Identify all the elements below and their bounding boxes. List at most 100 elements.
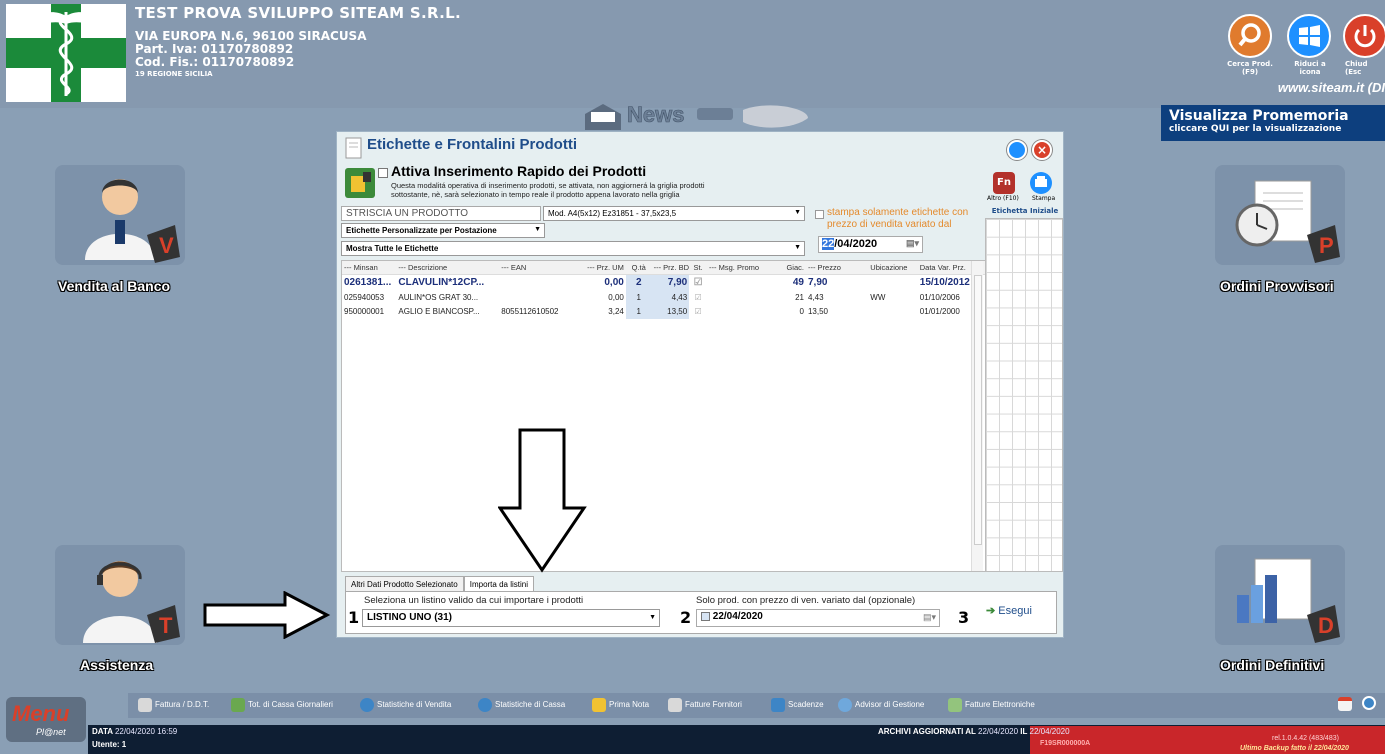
- col-msg-promo[interactable]: --- Msg. Promo: [707, 261, 784, 274]
- stampa-label: Stampa: [1032, 195, 1056, 202]
- svg-text:News: News: [627, 102, 684, 127]
- variato-dal-date[interactable]: 22/04/2020 ▤▾: [696, 609, 940, 627]
- stampa-button[interactable]: [1030, 172, 1052, 194]
- vendita-banco-tile[interactable]: V: [55, 165, 185, 265]
- table-row[interactable]: 950000001 AGLIO E BIANCOSP... 8055112610…: [342, 305, 985, 319]
- gear-icon: [838, 698, 852, 712]
- cell-ubicazione: [868, 275, 917, 291]
- shortcut-fattura[interactable]: Fattura / D.D.T.: [138, 698, 209, 712]
- cell-descrizione: AGLIO E BIANCOSP...: [398, 307, 480, 316]
- variato-dal-checkbox[interactable]: [701, 611, 710, 621]
- listino-select[interactable]: LISTINO UNO (31) ▼: [362, 609, 660, 627]
- dialog-minimize-button[interactable]: [1007, 140, 1027, 160]
- cash-register-icon: [231, 698, 245, 712]
- cell-st-checkbox[interactable]: ☑: [689, 305, 707, 319]
- minimize-app-sub: icona: [1299, 68, 1321, 76]
- shortcut-advisor[interactable]: Advisor di Gestione: [838, 698, 924, 712]
- archivi-value: 22/04/2020: [978, 727, 1019, 736]
- chevron-down-icon: ▼: [794, 209, 801, 216]
- modello-select[interactable]: Mod. A4(5x12) Ez31851 - 37,5x23,5 ▼: [543, 206, 805, 221]
- shortcut-tot-cassa[interactable]: Tot. di Cassa Giornalieri: [231, 698, 333, 712]
- quick-insert-description: Questa modalitá operativa di inserimento…: [391, 181, 811, 199]
- svg-text:Menu: Menu: [12, 701, 70, 726]
- col-przbd[interactable]: --- Prz. BD: [652, 261, 690, 274]
- shortcut-fatture-fornitori[interactable]: Fatture Fornitori: [668, 698, 742, 712]
- esegui-button[interactable]: ➔ Esegui: [986, 604, 1032, 617]
- ordini-definitivi-tile[interactable]: D: [1215, 545, 1345, 645]
- calendar-button[interactable]: [1338, 697, 1355, 711]
- status-date-label: DATA: [92, 727, 113, 736]
- calendar-icon[interactable]: ▤▾: [906, 238, 919, 249]
- help-icon: [1362, 696, 1376, 710]
- products-table: --- Minsan --- Descrizione --- EAN --- P…: [341, 260, 986, 572]
- table-scrollbar[interactable]: [971, 261, 983, 571]
- cell-st-checkbox[interactable]: ☑: [689, 291, 707, 305]
- col-prezzo[interactable]: --- Prezzo: [806, 261, 868, 274]
- etichette-personalizzate-select[interactable]: Etichette Personalizzate per Postazione ▼: [341, 223, 545, 238]
- shortcut-label: Statistiche di Vendita: [377, 700, 452, 710]
- modello-value: Mod. A4(5x12) Ez31851 - 37,5x23,5: [548, 209, 677, 218]
- scrollbar-thumb[interactable]: [974, 275, 982, 545]
- col-qta[interactable]: Q.tà: [626, 261, 652, 274]
- cell-ean: [499, 275, 578, 291]
- news-banner[interactable]: News: [583, 100, 813, 132]
- col-minsan[interactable]: --- Minsan: [342, 261, 396, 274]
- shortcut-prima-nota[interactable]: Prima Nota: [592, 698, 649, 712]
- pharmacist-icon: V: [85, 179, 180, 263]
- support-button[interactable]: [1362, 696, 1379, 710]
- svg-text:P: P: [1319, 233, 1334, 258]
- stampa-solo-checkbox[interactable]: [815, 210, 824, 219]
- main-menu-button[interactable]: Menu Pl@net: [6, 697, 86, 742]
- cell-minsan: 025940053: [344, 293, 385, 302]
- cell-prezzo: 7,90: [807, 277, 828, 288]
- table-row[interactable]: 0261381... CLAVULIN*12CP... 0,00 2 7,90 …: [342, 275, 985, 291]
- invoice-icon: [138, 698, 152, 712]
- col-ubicazione[interactable]: Ubicazione: [868, 261, 917, 274]
- printer-icon: [1035, 176, 1047, 187]
- shortcut-stat-vendita[interactable]: Statistiche di Vendita: [360, 698, 451, 712]
- quick-desc-line-1: Questa modalitá operativa di inserimento…: [391, 181, 705, 190]
- striscia-prodotto-input[interactable]: STRISCIA UN PRODOTTO: [341, 206, 541, 221]
- altro-button[interactable]: Fn: [993, 172, 1015, 194]
- status-archivi: ARCHIVI AGGIORNATI AL 22/04/2020 IL 22/0…: [878, 727, 1070, 736]
- dialog-close-button[interactable]: ×: [1032, 140, 1052, 160]
- col-descrizione[interactable]: --- Descrizione: [396, 261, 499, 274]
- ordini-provvisori-tile[interactable]: P: [1215, 165, 1345, 265]
- shortcut-label: Prima Nota: [609, 700, 650, 710]
- svg-text:V: V: [159, 233, 174, 258]
- calendar-icon: [771, 698, 785, 712]
- mostra-etichette-select[interactable]: Mostra Tutte le Etichette ▼: [341, 241, 805, 256]
- close-app-label: Chiud: [1345, 60, 1368, 68]
- promemoria-banner[interactable]: Visualizza Promemoria cliccare QUI per l…: [1161, 105, 1385, 141]
- quick-insert-checkbox[interactable]: [378, 168, 388, 178]
- ordini-provvisori-label[interactable]: Ordini Provvisori: [1220, 278, 1334, 294]
- cell-msg: [707, 291, 784, 305]
- tab-altri-dati[interactable]: Altri Dati Prodotto Selezionato: [345, 576, 464, 592]
- shortcut-stat-cassa[interactable]: Statistiche di Cassa: [478, 698, 565, 712]
- minimize-app-button[interactable]: [1287, 14, 1331, 58]
- col-ean[interactable]: --- EAN: [499, 261, 578, 274]
- close-icon: ×: [1036, 143, 1048, 157]
- shortcut-fatture-elettroniche[interactable]: Fatture Elettroniche: [948, 698, 1035, 712]
- etichetta-iniziale-grid[interactable]: [985, 218, 1063, 572]
- document-icon: [345, 137, 362, 159]
- col-st[interactable]: St.: [689, 261, 707, 274]
- col-przum[interactable]: --- Prz. UM: [578, 261, 625, 274]
- website-link[interactable]: www.siteam.it (DI: [1278, 80, 1385, 95]
- promo-title: Visualizza Promemoria: [1169, 108, 1349, 124]
- cell-st-checkbox[interactable]: ☑: [689, 275, 707, 291]
- status-date-value: 22/04/2020 16:59: [114, 727, 178, 736]
- date-picker-stampa[interactable]: 22/04/2020 ▤▾: [818, 236, 923, 253]
- assistenza-tile[interactable]: T: [55, 545, 185, 645]
- col-giac[interactable]: Giac.: [784, 261, 806, 274]
- vendita-banco-label[interactable]: Vendita al Banco: [58, 278, 170, 294]
- shortcut-scadenze[interactable]: Scadenze: [771, 698, 824, 712]
- tab-importa-listini[interactable]: Importa da listini: [463, 576, 534, 592]
- shortcut-label: Scadenze: [788, 700, 824, 710]
- table-row[interactable]: 025940053 AULIN*OS GRAT 30... 0,00 1 4,4…: [342, 291, 985, 305]
- assistenza-label[interactable]: Assistenza: [80, 657, 153, 673]
- calendar-icon[interactable]: ▤▾: [923, 612, 936, 623]
- ordini-definitivi-label[interactable]: Ordini Definitivi: [1220, 657, 1324, 673]
- close-app-button[interactable]: [1343, 14, 1385, 58]
- search-product-button[interactable]: [1228, 14, 1272, 58]
